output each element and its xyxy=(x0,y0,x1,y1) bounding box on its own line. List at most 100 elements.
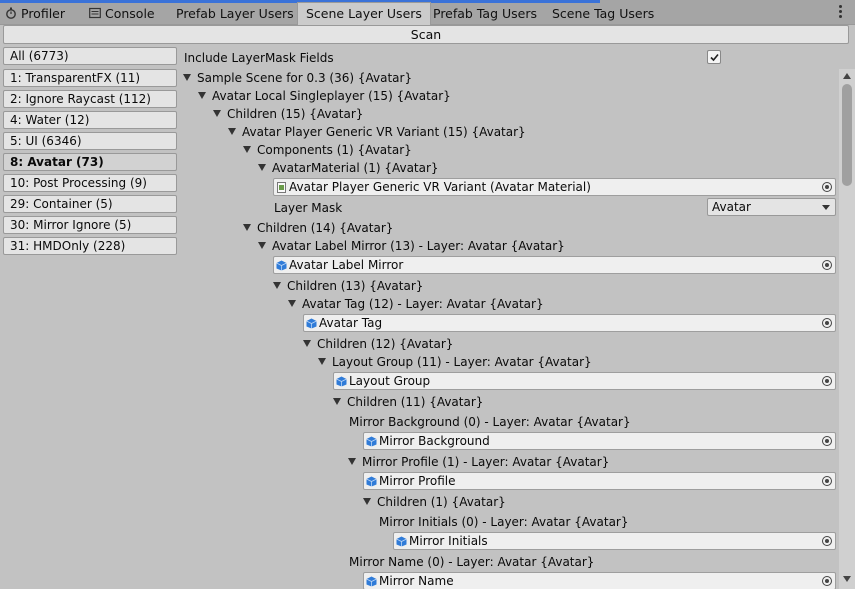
object-field-avatar-tag[interactable]: Avatar Tag xyxy=(303,314,836,332)
layer-button-ignore-raycast[interactable]: 2: Ignore Raycast (112) xyxy=(3,90,177,108)
tree-node-children-1[interactable]: Children (1) {Avatar} xyxy=(363,495,506,509)
prefab-cube-icon xyxy=(336,376,347,387)
more-options-icon[interactable] xyxy=(839,5,843,20)
tree-node-layout-group[interactable]: Layout Group (11) - Layer: Avatar {Avata… xyxy=(318,355,592,369)
tab-prefab-tag-users[interactable]: Prefab Tag Users xyxy=(433,3,537,25)
tree-node-children-13[interactable]: Children (13) {Avatar} xyxy=(273,279,423,293)
scroll-down-icon[interactable] xyxy=(843,576,851,582)
foldout-arrow-icon[interactable] xyxy=(303,340,311,347)
object-picker-icon[interactable] xyxy=(822,436,832,446)
tab-label: Prefab Layer Users xyxy=(176,6,294,21)
prefab-cube-icon xyxy=(396,536,407,547)
object-field-label: Mirror Initials xyxy=(409,534,488,548)
layer-button-container[interactable]: 29: Container (5) xyxy=(3,195,177,213)
tab-label: Scene Tag Users xyxy=(552,6,655,21)
tree-node-label: Avatar Label Mirror (13) - Layer: Avatar… xyxy=(272,239,565,253)
tab-bar: Profiler Console Prefab Layer Users Scen… xyxy=(0,0,855,25)
foldout-arrow-icon[interactable] xyxy=(213,110,221,117)
include-layermask-checkbox[interactable] xyxy=(707,50,721,64)
prefab-cube-icon xyxy=(366,476,377,487)
checkmark-icon xyxy=(710,53,719,62)
tree-node-scene[interactable]: Sample Scene for 0.3 (36) {Avatar} xyxy=(183,71,412,85)
foldout-arrow-icon[interactable] xyxy=(198,92,206,99)
foldout-arrow-icon[interactable] xyxy=(243,146,251,153)
layer-button-hmdonly[interactable]: 31: HMDOnly (228) xyxy=(3,237,177,255)
tree-node-mirror-initials: Mirror Initials (0) - Layer: Avatar {Ava… xyxy=(379,515,629,529)
layer-button-transparentfx[interactable]: 1: TransparentFX (11) xyxy=(3,69,177,87)
object-picker-icon[interactable] xyxy=(822,476,832,486)
tree-node-label: Avatar Tag (12) - Layer: Avatar {Avatar} xyxy=(302,297,544,311)
object-picker-icon[interactable] xyxy=(822,536,832,546)
foldout-arrow-icon[interactable] xyxy=(318,358,326,365)
foldout-arrow-icon[interactable] xyxy=(258,242,266,249)
object-field-mirror-name[interactable]: Mirror Name xyxy=(363,572,836,589)
layer-button-post-processing[interactable]: 10: Post Processing (9) xyxy=(3,174,177,192)
tree-node-avatarmaterial[interactable]: AvatarMaterial (1) {Avatar} xyxy=(258,161,439,175)
tree-node-label: Components (1) {Avatar} xyxy=(257,143,412,157)
tree-node-label: Mirror Profile (1) - Layer: Avatar {Avat… xyxy=(362,455,610,469)
tree-node-label: Layout Group (11) - Layer: Avatar {Avata… xyxy=(332,355,592,369)
tree-node-children[interactable]: Children (15) {Avatar} xyxy=(213,107,363,121)
tab-label: Scene Layer Users xyxy=(306,6,422,21)
prefab-cube-icon xyxy=(306,318,317,329)
tree-node-components[interactable]: Components (1) {Avatar} xyxy=(243,143,412,157)
tab-label: Prefab Tag Users xyxy=(433,6,537,21)
object-field-mirror-profile[interactable]: Mirror Profile xyxy=(363,472,836,490)
object-picker-icon[interactable] xyxy=(822,376,832,386)
object-field-label: Avatar Player Generic VR Variant (Avatar… xyxy=(289,180,591,194)
tab-scene-tag-users[interactable]: Scene Tag Users xyxy=(552,3,654,25)
object-picker-icon[interactable] xyxy=(822,318,832,328)
tab-scene-layer-users[interactable]: Scene Layer Users xyxy=(297,2,431,25)
tree-node-children-14[interactable]: Children (14) {Avatar} xyxy=(243,221,393,235)
object-field-layout-group[interactable]: Layout Group xyxy=(333,372,836,390)
tree-node-label: Avatar Player Generic VR Variant (15) {A… xyxy=(242,125,526,139)
object-field-avatar-label-mirror[interactable]: Avatar Label Mirror xyxy=(273,256,836,274)
tree-node-label: Children (15) {Avatar} xyxy=(227,107,364,121)
tree-node-avatar-local-singleplayer[interactable]: Avatar Local Singleplayer (15) {Avatar} xyxy=(198,89,451,103)
object-field-mirror-background[interactable]: Mirror Background xyxy=(363,432,836,450)
foldout-arrow-icon[interactable] xyxy=(363,498,371,505)
foldout-arrow-icon[interactable] xyxy=(348,458,356,465)
tree-node-children-12[interactable]: Children (12) {Avatar} xyxy=(303,337,453,351)
tree-node-label: Children (1) {Avatar} xyxy=(377,495,506,509)
layer-mask-dropdown[interactable]: Avatar xyxy=(707,198,836,216)
layer-button-mirror-ignore[interactable]: 30: Mirror Ignore (5) xyxy=(3,216,177,234)
tree-node-mirror-name: Mirror Name (0) - Layer: Avatar {Avatar} xyxy=(349,555,595,569)
tree-node-avatar-label-mirror[interactable]: Avatar Label Mirror (13) - Layer: Avatar… xyxy=(258,239,565,253)
stopwatch-icon xyxy=(5,4,17,19)
scrollbar-thumb[interactable] xyxy=(842,84,852,186)
tab-console[interactable]: Console xyxy=(89,3,155,25)
chevron-down-icon xyxy=(822,205,830,210)
layer-button-avatar[interactable]: 8: Avatar (73) xyxy=(3,153,177,171)
tab-prefab-layer-users[interactable]: Prefab Layer Users xyxy=(176,3,294,25)
foldout-arrow-icon[interactable] xyxy=(288,300,296,307)
object-picker-icon[interactable] xyxy=(822,182,832,192)
tab-profiler[interactable]: Profiler xyxy=(5,3,65,25)
include-layermask-label: Include LayerMask Fields xyxy=(184,51,334,65)
object-field-label: Avatar Tag xyxy=(319,316,383,330)
tree-node-avatar-tag[interactable]: Avatar Tag (12) - Layer: Avatar {Avatar} xyxy=(288,297,544,311)
layer-button-all[interactable]: All (6773) xyxy=(3,47,177,65)
scroll-up-icon[interactable] xyxy=(843,73,851,79)
foldout-arrow-icon[interactable] xyxy=(183,74,191,81)
prefab-cube-icon xyxy=(366,436,377,447)
foldout-arrow-icon[interactable] xyxy=(258,164,266,171)
foldout-arrow-icon[interactable] xyxy=(333,398,341,405)
foldout-arrow-icon[interactable] xyxy=(243,224,251,231)
foldout-arrow-icon[interactable] xyxy=(273,282,281,289)
tree-node-avatar-player-variant[interactable]: Avatar Player Generic VR Variant (15) {A… xyxy=(228,125,526,139)
object-picker-icon[interactable] xyxy=(822,260,832,270)
tree-node-mirror-profile[interactable]: Mirror Profile (1) - Layer: Avatar {Avat… xyxy=(348,455,609,469)
object-field-avatar-material[interactable]: Avatar Player Generic VR Variant (Avatar… xyxy=(273,178,836,196)
tree-node-children-11[interactable]: Children (11) {Avatar} xyxy=(333,395,483,409)
layer-button-ui[interactable]: 5: UI (6346) xyxy=(3,132,177,150)
layer-button-water[interactable]: 4: Water (12) xyxy=(3,111,177,129)
vertical-scrollbar[interactable] xyxy=(839,69,855,589)
object-field-mirror-initials[interactable]: Mirror Initials xyxy=(393,532,836,550)
object-picker-icon[interactable] xyxy=(822,576,832,586)
tree-node-label: Children (11) {Avatar} xyxy=(347,395,484,409)
foldout-arrow-icon[interactable] xyxy=(228,128,236,135)
object-field-label: Mirror Background xyxy=(379,434,490,448)
tree-node-mirror-background: Mirror Background (0) - Layer: Avatar {A… xyxy=(349,415,631,429)
scan-button[interactable]: Scan xyxy=(3,25,849,44)
